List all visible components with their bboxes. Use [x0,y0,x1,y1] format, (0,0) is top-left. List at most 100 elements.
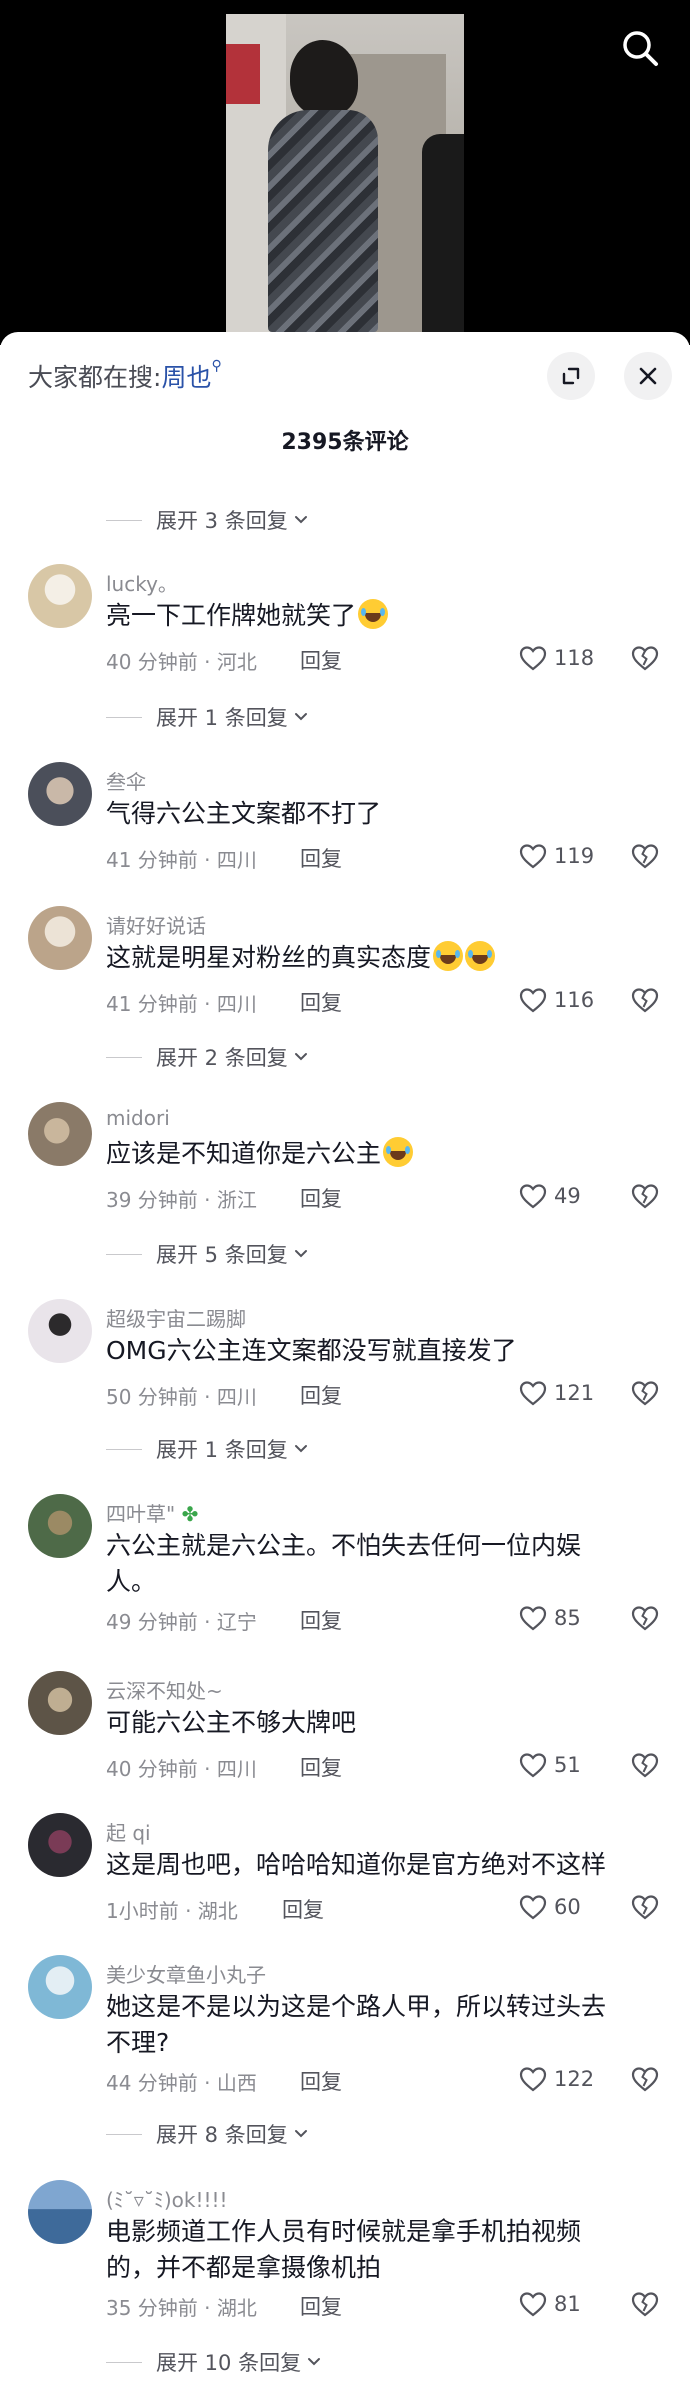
close-button[interactable] [624,352,672,400]
chevron-down-icon [294,516,307,524]
avatar[interactable] [28,1955,92,2019]
like-count: 121 [554,1381,595,1405]
comment-text: 电影频道工作人员有时候就是拿手机拍视频的，并不都是拿摄像机拍 [106,2217,582,2282]
expand-replies-label: 展开 5 条回复 [156,1243,288,1267]
expand-replies-button[interactable]: 展开 3 条回复 [106,503,310,537]
comment-text: 气得六公主文案都不打了 [106,799,382,828]
heart-icon [519,1895,547,1920]
comment-meta: 49 分钟前 · 辽宁 [106,1610,257,1634]
like-button[interactable]: 85 [518,1602,581,1634]
comment-username[interactable]: 请好好说话 [106,910,206,939]
dislike-button[interactable] [630,842,660,872]
clover-icon: ✤ [181,1502,199,1526]
comment-reply-button[interactable]: 回复 [300,2291,342,2321]
comment-username[interactable]: 美少女章鱼小丸子 [106,1959,266,1988]
comments-count-title: 2395条评论 [281,430,409,455]
broken-heart-icon [631,1606,659,1631]
avatar[interactable] [28,1813,92,1877]
heart-icon [519,2067,547,2092]
comment-text-content: 应该是不知道你是六公主 [106,1139,382,1168]
expand-replies-button[interactable]: 展开 2 条回复 [106,1040,310,1074]
broken-heart-icon [631,1895,659,1920]
like-button[interactable]: 49 [518,1180,581,1212]
trending-search[interactable]: 大家都在搜:周也⚲ [28,358,222,394]
avatar[interactable] [28,906,92,970]
comment-meta: 40 分钟前 · 四川 [106,1757,257,1781]
avatar[interactable] [28,1671,92,1735]
search-button[interactable] [616,24,666,74]
expand-replies-button[interactable]: 展开 8 条回复 [106,2117,310,2151]
expand-replies-label: 展开 3 条回复 [156,509,288,533]
comment-text: 应该是不知道你是六公主 [106,1136,606,1172]
like-button[interactable]: 116 [518,984,594,1016]
trending-search-keyword[interactable]: 周也 [161,363,211,392]
avatar[interactable] [28,1102,92,1166]
like-button[interactable]: 81 [518,2288,581,2320]
comment-reply-button[interactable]: 回复 [300,645,342,675]
expand-replies-button[interactable]: 展开 1 条回复 [106,1432,310,1466]
expand-replies-button[interactable]: 展开 10 条回复 [106,2345,323,2379]
avatar[interactable] [28,564,92,628]
dislike-button[interactable] [630,1893,660,1923]
like-button[interactable]: 51 [518,1749,581,1781]
dislike-button[interactable] [630,644,660,674]
like-button[interactable]: 122 [518,2063,594,2095]
dislike-button[interactable] [630,986,660,1016]
like-button[interactable]: 118 [518,642,594,674]
expand-replies-button[interactable]: 展开 1 条回复 [106,700,310,734]
comment-reply-button[interactable]: 回复 [300,987,342,1017]
avatar[interactable] [28,1494,92,1558]
video-person-head [290,40,358,116]
laughing-emoji-icon [358,599,389,629]
heart-icon [519,1606,547,1631]
comment-username[interactable]: (ﾐ˘▿˘ﾐ)ok!!!! [106,2184,228,2213]
dislike-button[interactable] [630,1604,660,1634]
broken-heart-icon [631,1753,659,1778]
dislike-button[interactable] [630,1182,660,1212]
like-count: 49 [554,1184,581,1208]
avatar[interactable] [28,2180,92,2244]
comment-username[interactable]: 起 qi [106,1817,151,1846]
broken-heart-icon [631,844,659,869]
broken-heart-icon [631,2292,659,2317]
comment-username[interactable]: 四叶草" ✤ [106,1498,198,1527]
comment-reply-button[interactable]: 回复 [300,1605,342,1635]
comment-reply-button[interactable]: 回复 [300,1752,342,1782]
video-red-sign [226,44,260,104]
comment-meta: 44 分钟前 · 山西 [106,2071,257,2095]
dislike-button[interactable] [630,2290,660,2320]
broken-heart-icon [631,2067,659,2092]
like-button[interactable]: 121 [518,1377,594,1409]
avatar[interactable] [28,762,92,826]
comment-username[interactable]: 叁伞 [106,766,146,795]
comment-username[interactable]: 云深不知处~ [106,1675,223,1704]
video-player[interactable] [0,0,690,345]
avatar[interactable] [28,1299,92,1363]
dislike-button[interactable] [630,1379,660,1409]
comment-reply-button[interactable]: 回复 [300,843,342,873]
comment-username[interactable]: 超级宇宙二踢脚 [106,1303,246,1332]
comment-reply-button[interactable]: 回复 [300,1380,342,1410]
heart-icon [519,2292,547,2317]
heart-icon [519,988,547,1013]
video-person-secondary [422,134,464,332]
like-count: 118 [554,646,595,670]
chevron-down-icon [294,1250,307,1258]
expand-replies-button[interactable]: 展开 5 条回复 [106,1237,310,1271]
comment-meta: 39 分钟前 · 浙江 [106,1188,257,1212]
dislike-button[interactable] [630,1751,660,1781]
comment-meta: 1小时前 · 湖北 [106,1899,238,1923]
comment-reply-button[interactable]: 回复 [300,2066,342,2096]
dislike-button[interactable] [630,2065,660,2095]
like-button[interactable]: 119 [518,840,594,872]
comment-username[interactable]: lucky。 [106,568,178,597]
comment-username[interactable]: midori [106,1106,170,1130]
comment-reply-button[interactable]: 回复 [282,1894,324,1924]
video-frame[interactable] [226,14,464,332]
comment-meta: 41 分钟前 · 四川 [106,992,257,1016]
chevron-down-icon [294,2130,307,2138]
like-button[interactable]: 60 [518,1891,581,1923]
expand-button[interactable] [547,352,595,400]
chevron-down-icon [294,1053,307,1061]
comment-reply-button[interactable]: 回复 [300,1183,342,1213]
